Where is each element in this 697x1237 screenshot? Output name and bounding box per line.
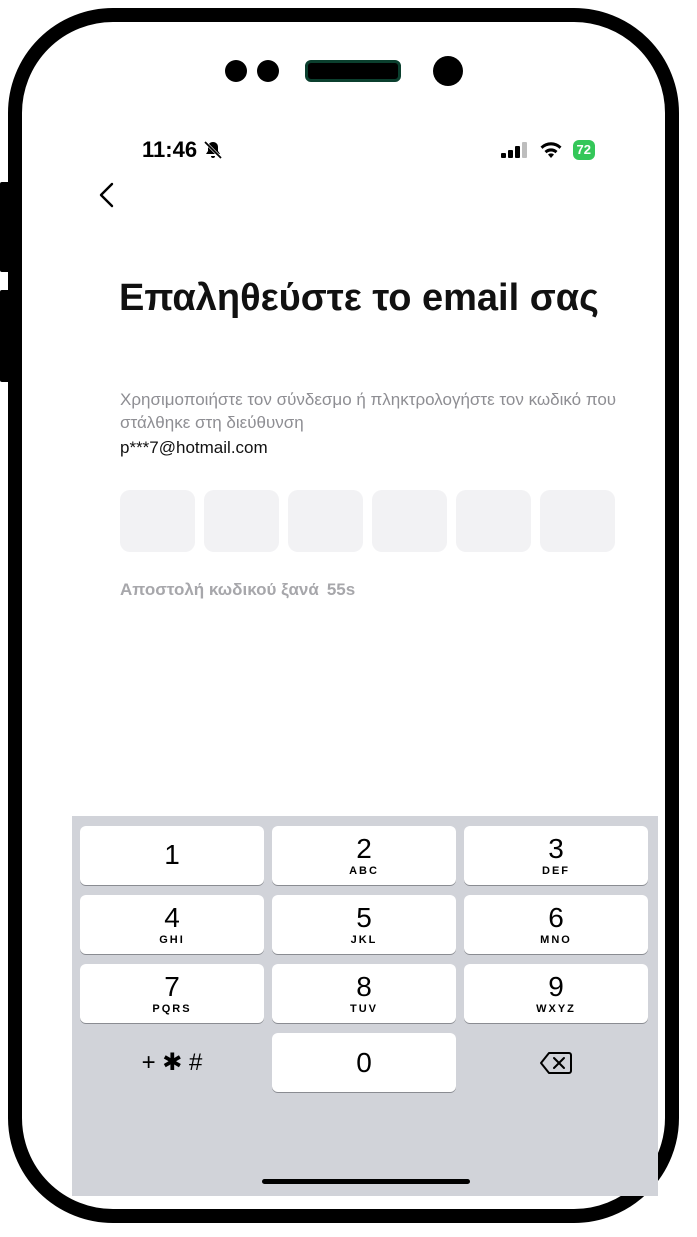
key-5[interactable]: 5 JKL	[272, 895, 456, 954]
key-number: 5	[356, 901, 372, 933]
delete-key[interactable]	[464, 1033, 648, 1092]
back-chevron-icon[interactable]	[92, 178, 122, 212]
key-letters: WXYZ	[536, 1002, 576, 1015]
clock-text: 11:46	[142, 137, 198, 162]
key-number: 9	[548, 970, 564, 1002]
backspace-icon	[540, 1051, 572, 1074]
key-letters: ABC	[349, 864, 379, 877]
symbols-key[interactable]: + ✱ #	[80, 1033, 264, 1092]
resend-code-link[interactable]: Αποστολή κωδικού ξανά 55s	[120, 580, 355, 600]
numeric-keyboard: 1 2 ABC 3 DEF 4 GHI 5 JKL 6 MNO 7 PQRS 8 TUV 9W…	[72, 816, 658, 1196]
key-number: 2	[356, 832, 372, 864]
key-number: 0	[356, 1046, 372, 1078]
key-0[interactable]: 0	[272, 1033, 456, 1092]
code-digit-4[interactable]	[372, 490, 447, 552]
status-bar: 11:46 72	[142, 130, 595, 170]
code-digit-1[interactable]	[120, 490, 195, 552]
wifi-icon	[540, 142, 562, 158]
key-9[interactable]: 9 WXYZ	[464, 964, 648, 1023]
status-icons: 72	[500, 140, 595, 160]
bell-muted-icon	[204, 140, 223, 160]
key-4[interactable]: 4 GHI	[80, 895, 264, 954]
key-6[interactable]: 6 MNO	[464, 895, 648, 954]
page-title: Επαληθεύστε το email σας	[119, 277, 599, 319]
key-letters: PQRS	[152, 1002, 192, 1015]
key-number: 7	[164, 970, 180, 1002]
battery-indicator: 72	[572, 140, 595, 160]
key-number: 4	[164, 901, 180, 933]
key-3[interactable]: 3 DEF	[464, 826, 648, 885]
code-digit-3[interactable]	[288, 490, 363, 552]
key-1[interactable]: 1	[80, 826, 264, 885]
clock: 11:46	[142, 137, 223, 163]
key-7[interactable]: 7 PQRS	[80, 964, 264, 1023]
key-8[interactable]: 8 TUV	[272, 964, 456, 1023]
speaker-pill	[304, 60, 401, 82]
key-number: 1	[164, 838, 180, 870]
key-letters: DEF	[542, 864, 570, 877]
key-letters: GHI	[159, 933, 185, 946]
key-letters: TUV	[350, 1002, 378, 1015]
code-digit-2[interactable]	[204, 490, 279, 552]
key-2[interactable]: 2 ABC	[272, 826, 456, 885]
home-indicator[interactable]	[262, 1179, 470, 1184]
email-address: p***7@hotmail.com	[120, 438, 268, 457]
camera-dot	[432, 56, 463, 86]
key-number: 6	[548, 901, 564, 933]
resend-label: Αποστολή κωδικού ξανά	[120, 580, 319, 599]
sensor-dot	[256, 60, 279, 82]
key-number: 3	[548, 832, 564, 864]
key-number: 8	[356, 970, 372, 1002]
code-digit-5[interactable]	[456, 490, 531, 552]
code-input-row	[120, 490, 615, 552]
key-letters: MNO	[540, 933, 572, 946]
signal-icon	[500, 142, 527, 158]
code-digit-6[interactable]	[540, 490, 615, 552]
instructions-text: Χρησιμοποιήστε τον σύνδεσμο ή πληκτρολογ…	[120, 390, 617, 432]
sensor-dot	[224, 60, 247, 82]
resend-countdown: 55s	[326, 580, 356, 599]
key-letters: JKL	[350, 933, 378, 946]
dynamic-island	[22, 50, 665, 92]
